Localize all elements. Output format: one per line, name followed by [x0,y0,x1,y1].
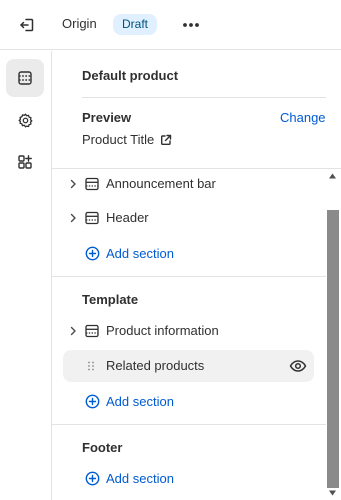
section-row-product-information[interactable]: Product information [52,316,322,346]
side-rail [0,51,52,500]
gear-icon [17,112,33,128]
exit-icon [20,18,34,32]
add-section-button-footer[interactable]: Add section [85,467,174,489]
template-heading: Template [82,292,139,307]
drag-handle-icon[interactable] [87,361,95,371]
more-horizontal-icon [183,23,199,27]
preview-heading: Preview [82,110,132,125]
scroll-down-arrow[interactable] [328,489,337,497]
external-link-icon [161,134,172,145]
section-row-announcement-bar[interactable]: Announcement bar [52,169,322,199]
plus-circle-icon [85,246,100,260]
scroll-up-arrow[interactable] [328,172,337,180]
chevron-right-icon[interactable] [67,178,79,190]
section-block-icon [85,177,99,191]
rail-settings-button[interactable] [6,101,44,139]
change-preview-link[interactable]: Change [280,110,326,125]
sections-panel: Default product Preview Change Product T… [52,51,341,500]
footer-heading: Footer [82,440,123,455]
rail-apps-button[interactable] [6,143,44,181]
section-block-icon [85,324,99,338]
divider [52,276,326,277]
add-section-button-header[interactable]: Add section [85,242,174,264]
section-label: Related products [106,358,205,373]
top-bar: Origin Draft [0,0,341,50]
preview-product-link[interactable]: Product Title [82,132,172,147]
plus-circle-icon [85,394,100,408]
exit-button[interactable] [14,12,40,38]
section-label: Announcement bar [106,176,216,191]
sections-icon [18,71,32,85]
section-label: Product information [106,323,219,338]
section-label: Header [106,210,149,225]
apps-icon [18,155,32,169]
divider [52,424,326,425]
divider [82,97,326,98]
sections-list[interactable]: Announcement bar Header Add section Temp… [52,168,341,500]
add-section-label: Add section [106,470,174,486]
status-badge: Draft [113,14,158,35]
chevron-right-icon[interactable] [67,212,79,224]
origin-label: Origin [62,16,97,31]
rail-sections-button[interactable] [6,59,44,97]
section-row-related-products[interactable]: Related products [63,350,314,382]
preview-product-label: Product Title [82,132,155,147]
add-section-label: Add section [106,245,174,261]
page-title: Default product [82,68,179,83]
add-section-button-template[interactable]: Add section [85,390,174,412]
section-row-header[interactable]: Header [52,203,322,233]
scrollbar-thumb[interactable] [327,210,339,488]
eye-icon[interactable] [289,358,307,374]
add-section-label: Add section [106,393,174,409]
more-actions-button[interactable] [178,12,204,38]
section-block-icon [85,211,99,225]
plus-circle-icon [85,471,100,485]
chevron-right-icon[interactable] [67,325,79,337]
